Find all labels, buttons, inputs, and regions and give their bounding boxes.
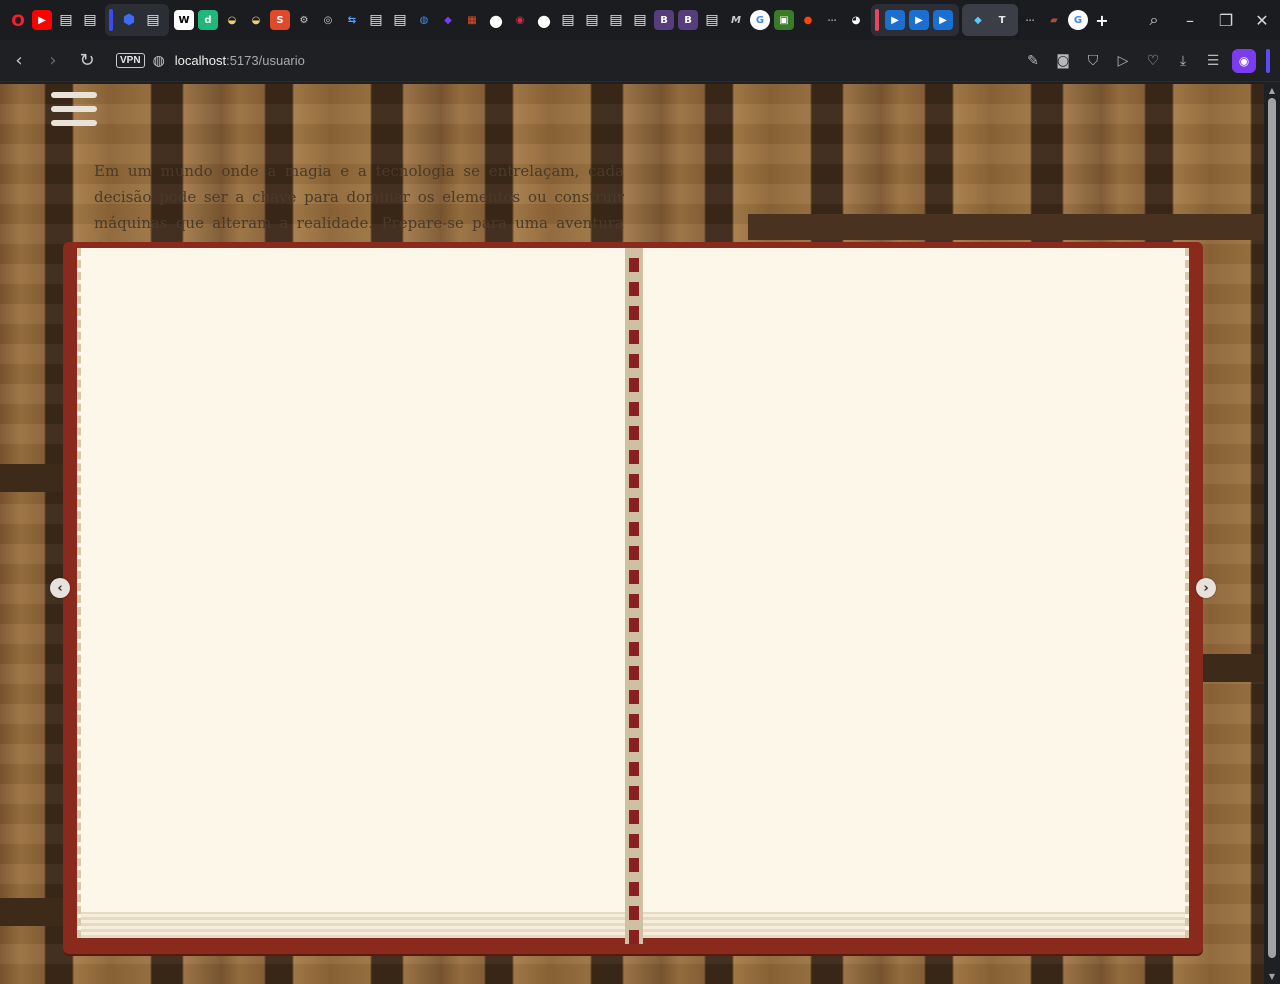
github-icon[interactable]: ◕ <box>846 10 866 30</box>
url-field[interactable]: localhost:5173/usuario <box>175 53 305 68</box>
prev-page-button[interactable]: ‹ <box>50 578 70 598</box>
restore-icon[interactable]: ❐ <box>1208 0 1244 40</box>
window-controls: ⌕ – ❐ ✕ <box>1136 0 1280 40</box>
shield-icon[interactable]: ⬢ <box>119 10 139 30</box>
google-icon[interactable]: G <box>1068 10 1088 30</box>
book-page-right <box>643 248 1189 938</box>
globe-icon: ◍ <box>152 52 165 69</box>
minimize-icon[interactable]: – <box>1172 0 1208 40</box>
sidebar-accent <box>1266 49 1270 73</box>
forward-icon[interactable]: › <box>36 44 70 78</box>
page-viewport: Em um mundo onde a magia e a tecnologia … <box>0 84 1264 984</box>
new-tab-icon[interactable]: + <box>1092 10 1112 30</box>
text-icon[interactable]: ∙∙∙ <box>1020 10 1040 30</box>
target-icon[interactable]: ◎ <box>318 10 338 30</box>
page-icon[interactable]: ▤ <box>630 10 650 30</box>
bowl-icon[interactable]: ◒ <box>222 10 242 30</box>
page-icon[interactable]: ▤ <box>558 10 578 30</box>
back-icon[interactable]: ‹ <box>2 44 36 78</box>
page-icon[interactable]: ▤ <box>606 10 626 30</box>
tab-active[interactable]: ◆ T <box>962 4 1018 36</box>
app-icon[interactable]: ▶ <box>885 10 905 30</box>
circle-icon[interactable]: ● <box>486 10 506 30</box>
shop-icon[interactable]: S <box>270 10 290 30</box>
gear-icon[interactable]: ⚙ <box>294 10 314 30</box>
app-icon[interactable]: ▶ <box>909 10 929 30</box>
youtube-icon[interactable]: ▶ <box>32 10 52 30</box>
camera-icon[interactable]: ◙ <box>1048 46 1078 76</box>
tab-group-red[interactable]: ▶ ▶ ▶ <box>871 4 959 36</box>
profile-icon[interactable]: ◉ <box>1232 49 1256 73</box>
app-icon[interactable]: ▶ <box>933 10 953 30</box>
shield-icon[interactable]: ⛉ <box>1078 46 1108 76</box>
opera-icon[interactable]: O <box>8 10 28 30</box>
page-icon[interactable]: ▤ <box>366 10 386 30</box>
medium-icon[interactable]: M <box>726 10 746 30</box>
circle-icon[interactable]: ● <box>534 10 554 30</box>
microsoft-icon[interactable]: ▦ <box>462 10 482 30</box>
url-host: localhost <box>174 53 227 68</box>
tab-strip: O ▶ ▤ ▤ ⬢ ▤ W d ◒ ◒ S ⚙ ◎ ⇆ ▤ ▤ ◍ ◆ ▦ ● … <box>0 0 1114 40</box>
hamburger-menu-icon[interactable] <box>51 92 97 128</box>
reddit-icon[interactable]: ● <box>798 10 818 30</box>
globe-icon[interactable]: ◍ <box>414 10 434 30</box>
scroll-down-icon[interactable]: ▼ <box>1267 972 1277 982</box>
scroll-thumb[interactable] <box>1268 98 1276 958</box>
address-bar-actions: ✎ ◙ ⛉ ▷ ♡ ⤓ ☰ ◉ <box>1018 40 1270 82</box>
book-spine <box>625 248 643 944</box>
google-icon[interactable]: G <box>750 10 770 30</box>
page-icon[interactable]: ▤ <box>143 10 163 30</box>
close-icon[interactable]: ✕ <box>1244 0 1280 40</box>
scroll-up-icon[interactable]: ▲ <box>1267 86 1277 96</box>
url-path: :5173/usuario <box>226 53 305 68</box>
page-icon[interactable]: ▤ <box>80 10 100 30</box>
diamond-icon[interactable]: ◆ <box>438 10 458 30</box>
download-icon[interactable]: ⤓ <box>1168 46 1198 76</box>
next-page-button[interactable]: › <box>1196 578 1216 598</box>
tab-group-blue[interactable]: ⬢ ▤ <box>105 4 169 36</box>
bootstrap-icon[interactable]: B <box>654 10 674 30</box>
book-icon[interactable]: ▰ <box>1044 10 1064 30</box>
code-icon[interactable]: ⇆ <box>342 10 362 30</box>
book-page-left <box>77 248 625 938</box>
address-bar: ‹ › ↻ VPN ◍ localhost:5173/usuario ✎ ◙ ⛉… <box>0 40 1280 82</box>
wikipedia-icon[interactable]: W <box>174 10 194 30</box>
active-tab-letter: T <box>998 14 1006 26</box>
heart-icon[interactable]: ♡ <box>1138 46 1168 76</box>
scrollbar[interactable]: ▲ ▼ <box>1264 84 1280 984</box>
send-icon[interactable]: ▷ <box>1108 46 1138 76</box>
edit-icon[interactable]: ✎ <box>1018 46 1048 76</box>
search-icon[interactable]: ⌕ <box>1136 0 1172 40</box>
minecraft-icon[interactable]: ▣ <box>774 10 794 30</box>
bowl-icon[interactable]: ◒ <box>246 10 266 30</box>
browser-tab-bar: O ▶ ▤ ▤ ⬢ ▤ W d ◒ ◒ S ⚙ ◎ ⇆ ▤ ▤ ◍ ◆ ▦ ● … <box>0 0 1280 40</box>
open-book <box>63 242 1203 954</box>
page-icon[interactable]: ▤ <box>702 10 722 30</box>
record-icon[interactable]: ◉ <box>510 10 530 30</box>
text-icon[interactable]: ∙∙∙ <box>822 10 842 30</box>
drop-icon: ◆ <box>974 14 982 26</box>
page-icon[interactable]: ▤ <box>390 10 410 30</box>
menu-icon[interactable]: ☰ <box>1198 46 1228 76</box>
bootstrap-icon[interactable]: B <box>678 10 698 30</box>
reload-icon[interactable]: ↻ <box>70 44 104 78</box>
page-icon[interactable]: ▤ <box>582 10 602 30</box>
app-icon[interactable]: d <box>198 10 218 30</box>
page-icon[interactable]: ▤ <box>56 10 76 30</box>
vpn-badge[interactable]: VPN <box>116 53 145 68</box>
